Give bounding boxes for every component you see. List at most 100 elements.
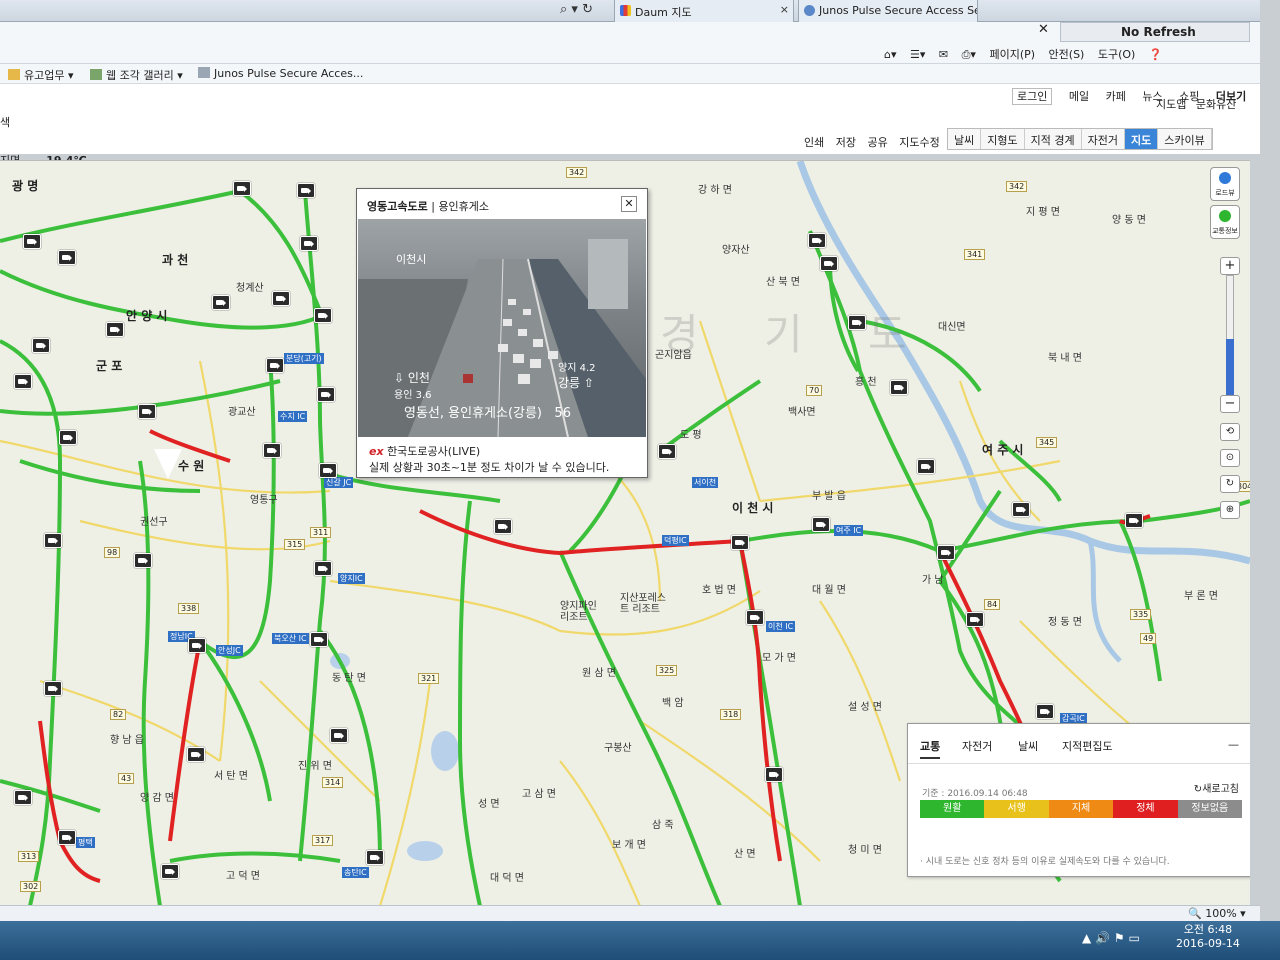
cctv-marker[interactable] [297, 183, 315, 198]
refresh-icon[interactable]: ↻ [582, 2, 593, 17]
add-pin-icon[interactable]: ⊕ [1220, 501, 1240, 519]
tab-traffic[interactable]: 교통 [920, 738, 941, 759]
cctv-marker[interactable] [14, 374, 32, 389]
map-type-cadastral[interactable]: 지적 경계 [1025, 129, 1082, 149]
login-link[interactable]: 로그인 [1012, 88, 1053, 105]
measure-icon[interactable]: ⊙ [1220, 449, 1240, 467]
cctv-marker[interactable] [59, 430, 77, 445]
cctv-marker[interactable] [32, 338, 50, 353]
cctv-marker[interactable] [314, 561, 332, 576]
search-icon[interactable]: ⌕ [560, 2, 567, 17]
tab-junos[interactable]: Junos Pulse Secure Access Ser... [798, 0, 978, 22]
home-icon[interactable]: ⌂▾ [884, 48, 897, 61]
map-type-map[interactable]: 지도 [1124, 129, 1159, 149]
cctv-marker[interactable] [890, 380, 908, 395]
save-button[interactable]: 저장 [836, 136, 856, 149]
close-icon[interactable]: ✕ [1038, 22, 1049, 37]
feed-icon[interactable]: ☰▾ [910, 48, 925, 61]
cctv-marker[interactable] [161, 864, 179, 879]
cctv-marker[interactable] [44, 681, 62, 696]
map-type-weather[interactable]: 날씨 [948, 129, 982, 149]
cctv-marker[interactable] [272, 291, 290, 306]
map-type-bicycle[interactable]: 자전거 [1082, 129, 1125, 149]
share-button[interactable]: 공유 [868, 136, 888, 149]
cctv-marker[interactable] [58, 830, 76, 845]
close-icon[interactable]: ✕ [621, 196, 637, 212]
cctv-marker-selected[interactable] [494, 519, 512, 534]
cctv-marker[interactable] [731, 535, 749, 550]
cctv-marker[interactable] [106, 322, 124, 337]
zoom-out-button[interactable]: − [1220, 395, 1240, 413]
cctv-marker[interactable] [23, 234, 41, 249]
cctv-marker[interactable] [212, 295, 230, 310]
cctv-marker[interactable] [746, 610, 764, 625]
favorite-web-slice[interactable]: 웹 조각 갤러리 ▾ [90, 67, 183, 83]
cctv-marker[interactable] [658, 444, 676, 459]
flag-icon[interactable]: ⚑ [1114, 931, 1125, 945]
cctv-marker[interactable] [263, 443, 281, 458]
show-hidden-icons-icon[interactable]: ▲ [1082, 931, 1091, 945]
cctv-marker[interactable] [187, 747, 205, 762]
print-button[interactable]: 인쇄 [804, 136, 824, 149]
tab-bicycle[interactable]: 자전거 [962, 738, 992, 754]
tab-cadastral[interactable]: 지적편집도 [1062, 738, 1113, 754]
rotate-icon[interactable]: ⟲ [1220, 423, 1240, 441]
cctv-marker[interactable] [812, 517, 830, 532]
zoom-in-button[interactable]: + [1220, 257, 1240, 275]
traffic-button[interactable]: 교통정보 [1210, 205, 1240, 239]
volume-icon[interactable]: 🔊 [1095, 931, 1110, 945]
map-type-terrain[interactable]: 지형도 [981, 129, 1025, 149]
help-icon[interactable]: ❓ [1149, 48, 1163, 61]
cctv-marker[interactable] [266, 358, 284, 373]
menu-tools[interactable]: 도구(O) [1098, 48, 1135, 61]
cctv-marker[interactable] [188, 638, 206, 653]
mail-link[interactable]: 메일 [1069, 90, 1089, 103]
cctv-marker[interactable] [937, 545, 955, 560]
cctv-marker[interactable] [314, 308, 332, 323]
cctv-marker[interactable] [848, 315, 866, 330]
cctv-marker[interactable] [917, 459, 935, 474]
cctv-marker[interactable] [765, 767, 783, 782]
cctv-marker[interactable] [319, 463, 337, 478]
map-canvas[interactable]: 경 기 도 광 명 과 천 안 양 시 군 포 수 원 영통구 권선구 이 천 … [0, 160, 1250, 905]
roadview-button[interactable]: 로드뷰 [1210, 167, 1240, 201]
zoom-level[interactable]: 🔍 100% ▾ [1188, 907, 1246, 920]
cctv-marker[interactable] [233, 181, 251, 196]
network-icon[interactable]: ▭ [1128, 931, 1139, 945]
cctv-marker[interactable] [44, 533, 62, 548]
cctv-marker[interactable] [317, 387, 335, 402]
cctv-marker[interactable] [310, 632, 328, 647]
refresh-button[interactable]: ↻새로고침 [1194, 780, 1239, 795]
cafe-link[interactable]: 카페 [1106, 90, 1126, 103]
cctv-marker[interactable] [966, 612, 984, 627]
cctv-marker[interactable] [330, 728, 348, 743]
minimize-icon[interactable]: — [1228, 738, 1239, 751]
cctv-marker[interactable] [138, 404, 156, 419]
cctv-marker[interactable] [366, 850, 384, 865]
tab-weather[interactable]: 날씨 [1018, 738, 1038, 754]
map-app-link[interactable]: 지도앱 [1156, 98, 1186, 111]
cctv-marker[interactable] [1125, 513, 1143, 528]
mail-icon[interactable]: ✉ [939, 48, 948, 61]
map-type-skyview[interactable]: 스카이뷰 [1158, 129, 1212, 149]
addon-bar[interactable]: No Refresh [1060, 22, 1250, 42]
favorite-junos[interactable]: Junos Pulse Secure Acces... [198, 67, 363, 80]
menu-safety[interactable]: 안전(S) [1049, 48, 1085, 61]
cctv-marker[interactable] [1012, 502, 1030, 517]
favorite-folder[interactable]: 유고업무 ▾ [8, 67, 74, 83]
close-tab-icon[interactable]: × [780, 3, 789, 16]
print-icon[interactable]: ⎙▾ [962, 48, 976, 61]
cctv-marker[interactable] [300, 236, 318, 251]
dropdown-icon[interactable]: ▾ [571, 2, 578, 17]
tab-daum-map[interactable]: Daum 지도 × [614, 0, 794, 22]
cctv-marker[interactable] [808, 233, 826, 248]
cctv-marker[interactable] [58, 250, 76, 265]
heritage-link[interactable]: 문화유산 [1196, 98, 1236, 111]
refresh-map-icon[interactable]: ↻ [1220, 475, 1240, 493]
cctv-video[interactable]: 이천시 ⇩ 인천 용인 3.6 양지 4.2 강릉 ⇧ 영동선, 용인휴게소(강릉)… [358, 219, 646, 437]
cctv-marker[interactable] [134, 553, 152, 568]
menu-page[interactable]: 페이지(P) [989, 48, 1035, 61]
taskbar-clock[interactable]: 오전 6:48 2016-09-14 [1176, 923, 1240, 951]
cctv-marker[interactable] [820, 256, 838, 271]
edit-map-button[interactable]: 지도수정 [899, 136, 939, 149]
